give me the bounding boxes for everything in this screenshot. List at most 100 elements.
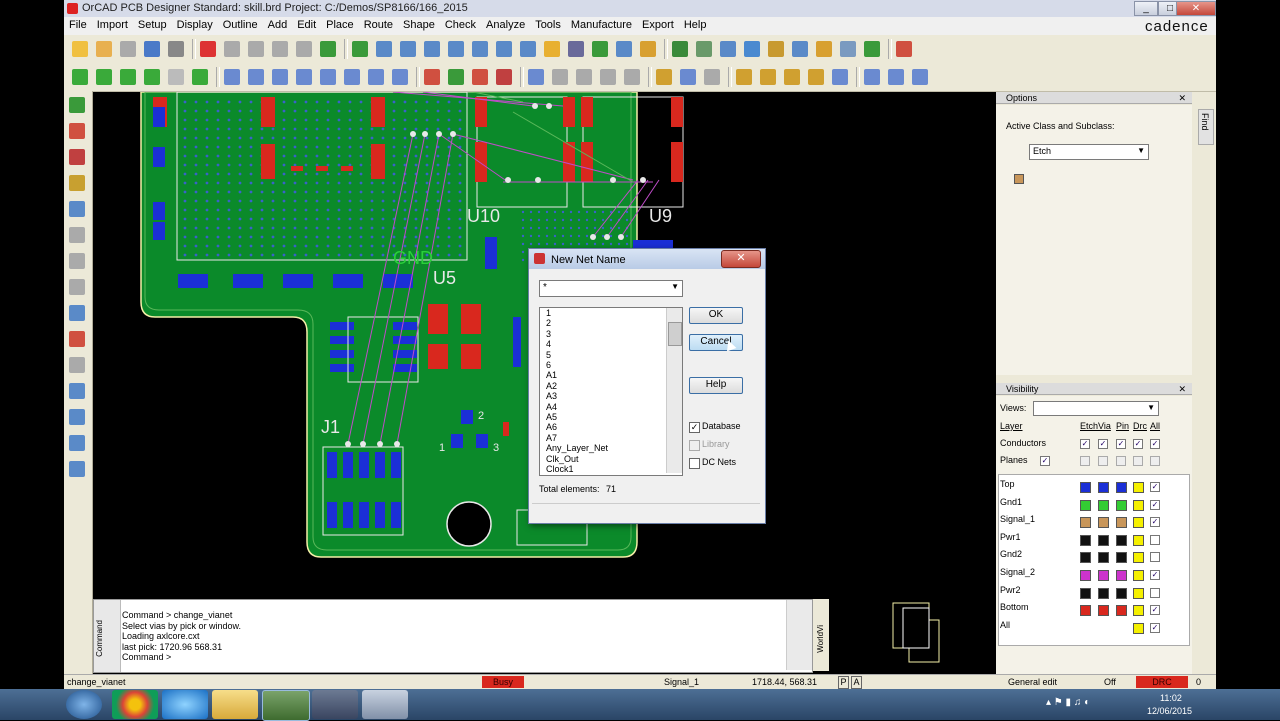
layer-drc-swatch[interactable] xyxy=(1133,499,1144,511)
visibility-checkbox[interactable]: ✓ xyxy=(1098,439,1108,449)
layer-drc-swatch[interactable] xyxy=(1133,605,1144,617)
visibility-checkbox[interactable]: ✓ xyxy=(1133,439,1143,449)
menu-add[interactable]: Add xyxy=(263,17,293,31)
toolbar-tool-icon[interactable] xyxy=(672,41,688,57)
visibility-checkbox[interactable]: ✓ xyxy=(1150,517,1160,528)
toolbar-tool-icon[interactable] xyxy=(448,41,464,57)
net-list-item[interactable]: A5 xyxy=(543,412,682,422)
layer-color-swatch[interactable] xyxy=(1080,587,1091,599)
visibility-col-layer[interactable]: Layer xyxy=(1000,421,1023,431)
app-taskbar-icon[interactable] xyxy=(312,690,358,719)
layer-color-swatch[interactable] xyxy=(1098,482,1109,493)
visibility-col-via[interactable]: Via xyxy=(1098,421,1111,431)
toolbar-tool-icon[interactable] xyxy=(72,69,88,85)
net-list-item[interactable]: Clk_Out xyxy=(543,454,682,464)
options-close-icon[interactable]: ✕ xyxy=(1178,92,1186,104)
layer-color-swatch[interactable] xyxy=(1080,570,1091,581)
menu-file[interactable]: File xyxy=(64,17,92,31)
toolbar-tool-icon[interactable] xyxy=(600,69,616,85)
net-list[interactable]: 1 2 3 4 5 6 A1 A2 A3 A4 A5 A6 A7 Any_Layer_Net Clk_Out… xyxy=(539,307,683,476)
views-select[interactable]: ▼ xyxy=(1033,401,1159,416)
visibility-checkbox[interactable]: ✓ xyxy=(1150,499,1160,510)
layer-drc-swatch[interactable] xyxy=(1133,622,1144,634)
menu-route[interactable]: Route xyxy=(359,17,398,31)
visibility-checkbox[interactable] xyxy=(1098,456,1108,466)
toolbar-tool-icon[interactable] xyxy=(576,69,592,85)
net-name-combo[interactable]: * ▼ xyxy=(539,280,683,297)
toolbar-tool-icon[interactable] xyxy=(200,41,216,57)
internet-explorer-taskbar-icon[interactable] xyxy=(162,690,208,719)
layer-color-swatch[interactable] xyxy=(1098,552,1109,564)
worldview-window[interactable] xyxy=(831,600,994,670)
worldview-tab[interactable]: WorldVi xyxy=(813,599,829,671)
net-list-item[interactable]: A4 xyxy=(543,402,682,412)
left-tool-icon[interactable] xyxy=(69,201,85,217)
layer-color-swatch[interactable] xyxy=(1098,570,1109,581)
left-tool-icon[interactable] xyxy=(69,227,85,243)
toolbar-tool-icon[interactable] xyxy=(528,69,544,85)
toolbar-tool-icon[interactable] xyxy=(376,41,392,57)
toolbar-tool-icon[interactable] xyxy=(792,41,808,57)
library-checkbox[interactable] xyxy=(689,440,700,451)
net-list-item[interactable]: 1 xyxy=(543,308,682,318)
toolbar-tool-icon[interactable] xyxy=(168,69,184,85)
visibility-checkbox[interactable]: ✓ xyxy=(1150,605,1160,616)
toolbar-tool-icon[interactable] xyxy=(320,41,336,57)
net-list-item[interactable]: 3 xyxy=(543,329,682,339)
toolbar-tool-icon[interactable] xyxy=(496,69,512,85)
net-list-item[interactable]: 4 xyxy=(543,339,682,349)
absolute-mode-button[interactable]: A xyxy=(851,676,862,689)
left-tool-icon[interactable] xyxy=(69,409,85,425)
layer-color-swatch[interactable] xyxy=(1116,534,1127,546)
menu-import[interactable]: Import xyxy=(92,17,133,31)
layer-color-swatch[interactable] xyxy=(1080,605,1091,617)
left-tool-icon[interactable] xyxy=(69,97,85,113)
left-tool-icon[interactable] xyxy=(69,305,85,321)
menu-export[interactable]: Export xyxy=(637,17,679,31)
visibility-checkbox[interactable]: ✓ xyxy=(1116,439,1126,449)
toolbar-tool-icon[interactable] xyxy=(912,69,928,85)
toolbar-tool-icon[interactable] xyxy=(368,69,384,85)
toolbar-tool-icon[interactable] xyxy=(392,69,408,85)
left-tool-icon[interactable] xyxy=(69,253,85,269)
chrome-taskbar-icon[interactable] xyxy=(112,690,158,719)
help-button[interactable]: Help xyxy=(689,377,743,394)
toolbar-tool-icon[interactable] xyxy=(520,41,536,57)
net-list-item[interactable]: 5 xyxy=(543,350,682,360)
toolbar-tool-icon[interactable] xyxy=(144,41,160,57)
orcad-taskbar-icon[interactable] xyxy=(262,690,310,721)
layer-drc-swatch[interactable] xyxy=(1133,482,1144,493)
layer-color-swatch[interactable] xyxy=(1080,517,1091,529)
left-tool-icon[interactable] xyxy=(69,357,85,373)
toolbar-tool-icon[interactable] xyxy=(760,69,776,85)
toolbar-tool-icon[interactable] xyxy=(72,41,88,57)
layer-color-swatch[interactable] xyxy=(1080,552,1091,564)
toolbar-tool-icon[interactable] xyxy=(864,69,880,85)
toolbar-tool-icon[interactable] xyxy=(144,69,160,85)
toolbar-tool-icon[interactable] xyxy=(224,41,240,57)
toolbar-tool-icon[interactable] xyxy=(496,41,512,57)
menu-tools[interactable]: Tools xyxy=(530,17,566,31)
toolbar-tool-icon[interactable] xyxy=(808,69,824,85)
ok-button[interactable]: OK xyxy=(689,307,743,324)
toolbar-tool-icon[interactable] xyxy=(400,41,416,57)
visibility-checkbox[interactable]: ✓ xyxy=(1150,622,1160,633)
toolbar-tool-icon[interactable] xyxy=(720,41,736,57)
net-list-item[interactable]: Any_Layer_Net xyxy=(543,443,682,453)
menu-analyze[interactable]: Analyze xyxy=(481,17,530,31)
toolbar-tool-icon[interactable] xyxy=(888,69,904,85)
toolbar-tool-icon[interactable] xyxy=(192,69,208,85)
screen-capture-taskbar-icon[interactable] xyxy=(362,690,408,719)
layer-drc-swatch[interactable] xyxy=(1133,587,1144,599)
visibility-col-pin[interactable]: Pin xyxy=(1116,421,1129,431)
toolbar-tool-icon[interactable] xyxy=(472,69,488,85)
visibility-col-all[interactable]: All xyxy=(1150,421,1160,431)
layer-color-swatch[interactable] xyxy=(1098,534,1109,546)
toolbar-tool-icon[interactable] xyxy=(896,41,912,57)
layer-color-swatch[interactable] xyxy=(1098,499,1109,511)
layer-color-swatch[interactable] xyxy=(1116,499,1127,511)
menu-manufacture[interactable]: Manufacture xyxy=(566,17,637,31)
layer-color-swatch[interactable] xyxy=(1116,587,1127,599)
dialog-close-button[interactable]: ✕ xyxy=(721,250,761,268)
toolbar-tool-icon[interactable] xyxy=(656,69,672,85)
